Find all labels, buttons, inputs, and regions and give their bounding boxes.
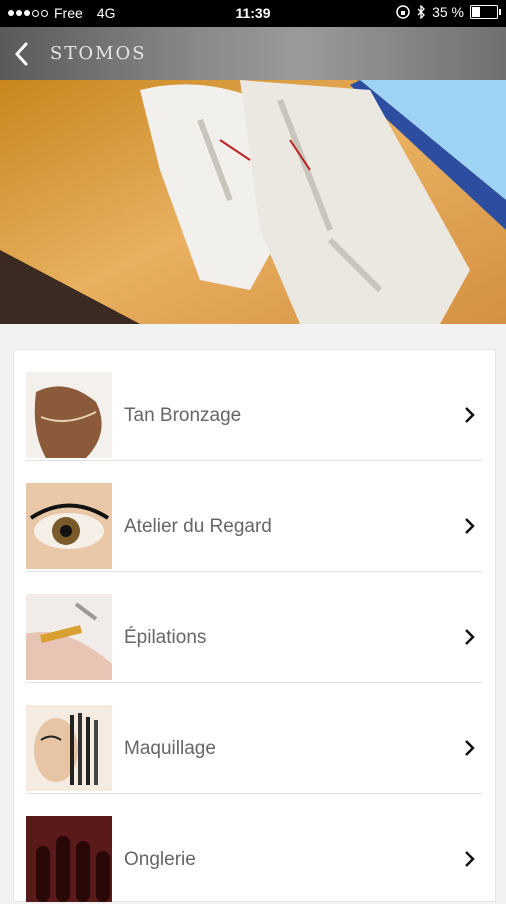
nails-thumbnail <box>26 816 112 902</box>
service-label: Épilations <box>124 627 207 648</box>
list-item[interactable]: Onglerie <box>26 794 482 904</box>
back-chevron-icon[interactable] <box>10 39 34 69</box>
bluetooth-icon <box>417 5 425 19</box>
service-label: Atelier du Regard <box>124 516 272 537</box>
status-bar: Free 4G 11:39 35 % <box>0 0 506 27</box>
service-label: Onglerie <box>124 849 196 870</box>
tan-bronzage-thumbnail <box>26 372 112 458</box>
rotation-lock-icon <box>396 5 410 19</box>
list-item[interactable]: Tan Bronzage <box>26 350 482 461</box>
list-item[interactable]: Épilations <box>26 572 482 683</box>
chevron-right-icon <box>465 740 475 756</box>
chevron-right-icon <box>465 518 475 534</box>
eye-lashes-thumbnail <box>26 483 112 569</box>
status-icons: 35 % <box>396 4 501 20</box>
chevron-right-icon <box>465 629 475 645</box>
chevron-right-icon <box>465 851 475 867</box>
waxing-thumbnail <box>26 594 112 680</box>
service-label: Maquillage <box>124 738 216 759</box>
list-item[interactable]: Atelier du Regard <box>26 461 482 572</box>
navigation-bar: STOMOS <box>0 27 506 80</box>
chevron-right-icon <box>465 407 475 423</box>
list-item[interactable]: Maquillage <box>26 683 482 794</box>
hero-image-bathrobes <box>0 80 506 324</box>
service-label: Tan Bronzage <box>124 405 242 426</box>
app-title: STOMOS <box>50 43 147 64</box>
battery-percent: 35 % <box>432 4 464 20</box>
battery-icon <box>470 5 501 19</box>
makeup-brushes-thumbnail <box>26 705 112 791</box>
services-list: Tan Bronzage Atelier du Regard Épilation… <box>13 349 496 902</box>
